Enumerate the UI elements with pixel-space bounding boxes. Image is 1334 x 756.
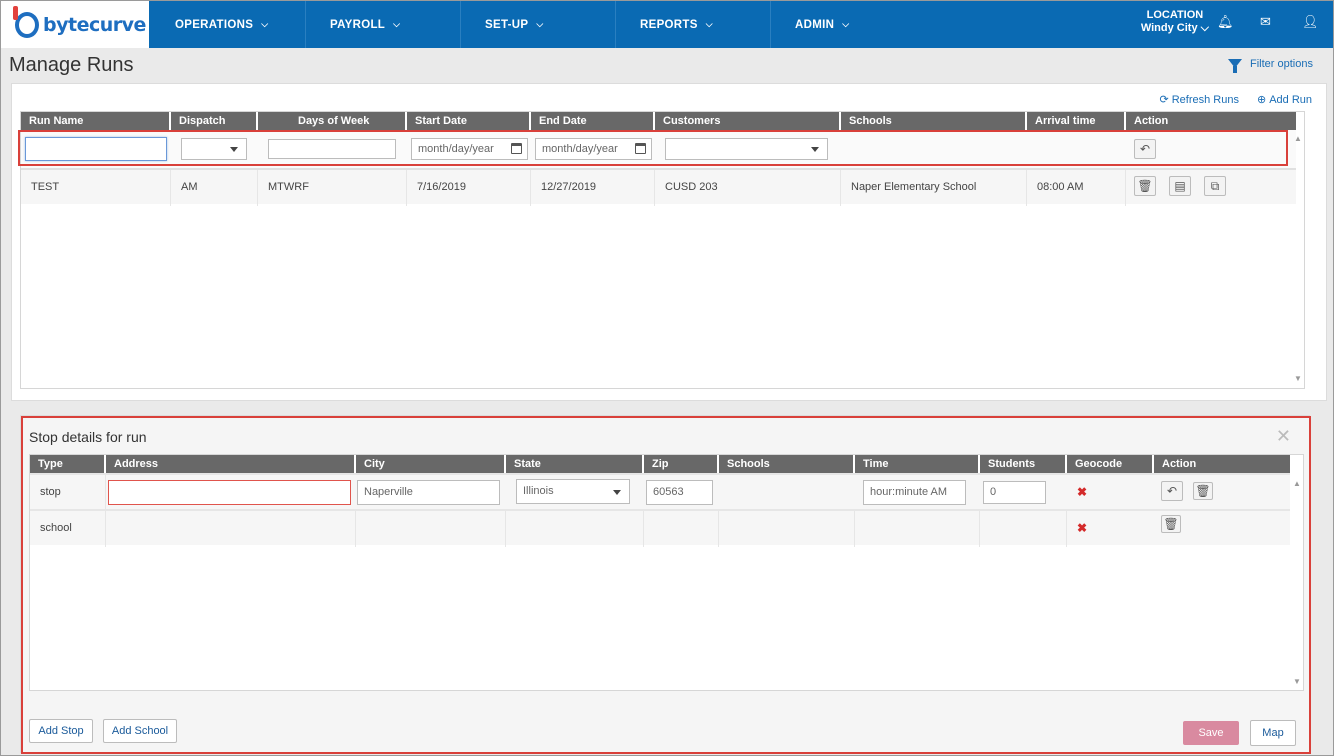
column-header[interactable]: Run Name bbox=[21, 112, 171, 130]
stop-panel-highlight bbox=[21, 416, 1311, 754]
table-row[interactable]: TEST AM MTWRF 7/16/2019 12/27/2019 CUSD … bbox=[21, 168, 1296, 206]
bytecurve-logo-icon bbox=[13, 5, 39, 38]
chevron-down-icon: ⌵ bbox=[705, 19, 713, 29]
column-header[interactable]: Arrival time bbox=[1027, 112, 1126, 130]
column-header[interactable]: Action bbox=[1126, 112, 1296, 130]
filter-icon bbox=[1228, 58, 1243, 73]
nav-setup[interactable]: SET-UP ⌵ bbox=[485, 1, 543, 48]
nav-divider bbox=[615, 1, 616, 48]
chevron-down-icon: ⌵ bbox=[842, 19, 850, 29]
run-name-cell: TEST bbox=[21, 170, 171, 206]
column-header[interactable]: Customers bbox=[655, 112, 841, 130]
column-header[interactable]: End Date bbox=[531, 112, 655, 130]
copy-icon: ⧉ bbox=[1210, 178, 1220, 193]
column-header[interactable]: Start Date bbox=[407, 112, 531, 130]
start-date-cell: 7/16/2019 bbox=[407, 170, 531, 206]
column-header[interactable]: Dispatch bbox=[171, 112, 258, 130]
view-stops-button[interactable]: ▤ bbox=[1169, 176, 1191, 196]
column-header[interactable]: Schools bbox=[841, 112, 1027, 130]
nav-operations[interactable]: OPERATIONS ⌵ bbox=[175, 1, 268, 48]
trash-icon: 🗑︎ bbox=[1137, 179, 1153, 193]
dispatch-cell: AM bbox=[171, 170, 258, 206]
document-icon: ▤ bbox=[1174, 179, 1186, 193]
nav-divider bbox=[305, 1, 306, 48]
nav-admin[interactable]: ADMIN ⌵ bbox=[795, 1, 849, 48]
days-cell: MTWRF bbox=[258, 170, 407, 206]
scroll-down-icon[interactable]: ▼ bbox=[1294, 374, 1304, 383]
user-icon[interactable]: 👤︎ bbox=[1302, 14, 1319, 30]
chevron-down-icon: ⌵ bbox=[1200, 22, 1209, 34]
location-label: LOCATION bbox=[1146, 9, 1204, 21]
chevron-down-icon: ⌵ bbox=[393, 19, 401, 29]
runs-grid-header: Run Name Dispatch Days of Week Start Dat… bbox=[21, 112, 1296, 130]
scroll-up-icon[interactable]: ▲ bbox=[1294, 134, 1304, 143]
bell-icon[interactable]: 🔔︎ bbox=[1217, 14, 1234, 30]
nav-divider bbox=[460, 1, 461, 48]
column-header[interactable]: Days of Week bbox=[258, 112, 407, 130]
page-title: Manage Runs bbox=[9, 54, 134, 76]
location-selector[interactable]: LOCATION Windy City ⌵ bbox=[1141, 9, 1209, 35]
chevron-down-icon: ⌵ bbox=[261, 19, 269, 29]
refresh-icon: ⟳ bbox=[1159, 94, 1169, 106]
schools-cell: Naper Elementary School bbox=[841, 170, 1027, 206]
arrival-cell: 08:00 AM bbox=[1027, 170, 1126, 206]
brand-name: bytecurve bbox=[43, 13, 146, 36]
brand-logo[interactable]: bytecurve bbox=[1, 1, 149, 48]
delete-run-button[interactable]: 🗑︎ bbox=[1134, 176, 1156, 196]
nav-divider bbox=[770, 1, 771, 48]
nav-reports[interactable]: REPORTS ⌵ bbox=[640, 1, 713, 48]
plus-circle-icon: ⊕ bbox=[1256, 94, 1267, 106]
top-nav-bar: bytecurve OPERATIONS ⌵ PAYROLL ⌵ SET-UP ⌵ R… bbox=[1, 1, 1333, 48]
add-run-link[interactable]: ⊕ Add Run bbox=[1257, 93, 1312, 106]
copy-run-button[interactable]: ⧉ bbox=[1204, 176, 1226, 196]
refresh-runs-link[interactable]: ⟳ Refresh Runs bbox=[1159, 93, 1238, 106]
end-date-cell: 12/27/2019 bbox=[531, 170, 655, 206]
location-value: Windy City bbox=[1140, 22, 1198, 34]
runs-toolbar: ⟳ Refresh Runs ⊕ Add Run bbox=[1159, 93, 1312, 106]
chevron-down-icon: ⌵ bbox=[536, 19, 544, 29]
envelope-icon[interactable]: ✉︎ bbox=[1260, 14, 1271, 30]
filter-options-link[interactable]: Filter options bbox=[1228, 58, 1313, 73]
filter-row-highlight bbox=[18, 130, 1288, 166]
nav-payroll[interactable]: PAYROLL ⌵ bbox=[330, 1, 400, 48]
customers-cell: CUSD 203 bbox=[655, 170, 841, 206]
